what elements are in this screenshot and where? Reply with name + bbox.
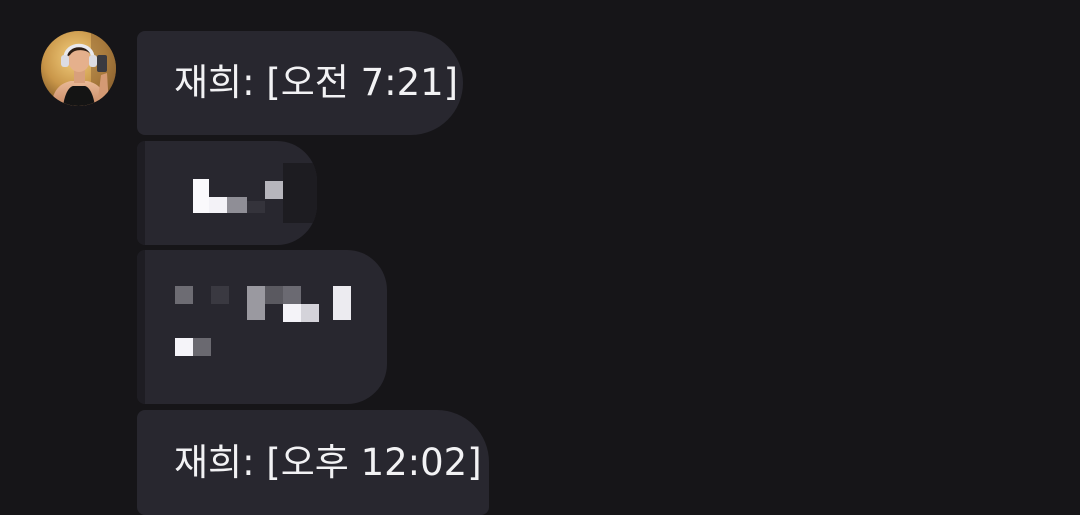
pixelated-block [283,286,301,304]
profile-photo-icon [41,31,116,106]
pixelated-block [137,141,145,245]
pixelated-block [265,286,283,304]
message-bubble[interactable]: 재희: [오전 7:21] [137,31,463,135]
sender-avatar[interactable] [41,31,116,106]
message-text: 재희: [오후 12:02] [174,441,482,484]
pixelated-block [137,250,145,404]
pixelated-block [175,338,193,356]
pixelated-block [211,286,229,304]
pixelated-block [175,286,193,304]
pixelated-block [227,197,247,213]
pixelated-block [209,197,227,213]
pixelated-block [247,286,265,320]
pixelated-block [193,338,211,356]
pixelated-block [283,163,317,223]
pixelated-block [283,304,301,322]
pixelated-block [247,201,265,213]
chat-screen: 재희: [오전 7:21] 재희: [오후 12:02] [0,0,1080,515]
pixelated-block [193,179,209,213]
pixelated-block [301,304,319,322]
pixelated-block [265,181,283,199]
message-bubble[interactable]: 재희: [오후 12:02] [137,410,489,515]
message-bubble-redacted[interactable] [137,141,317,245]
message-text: 재희: [오전 7:21] [174,61,459,104]
pixelated-block [333,286,351,320]
message-bubble-redacted[interactable] [137,250,387,404]
